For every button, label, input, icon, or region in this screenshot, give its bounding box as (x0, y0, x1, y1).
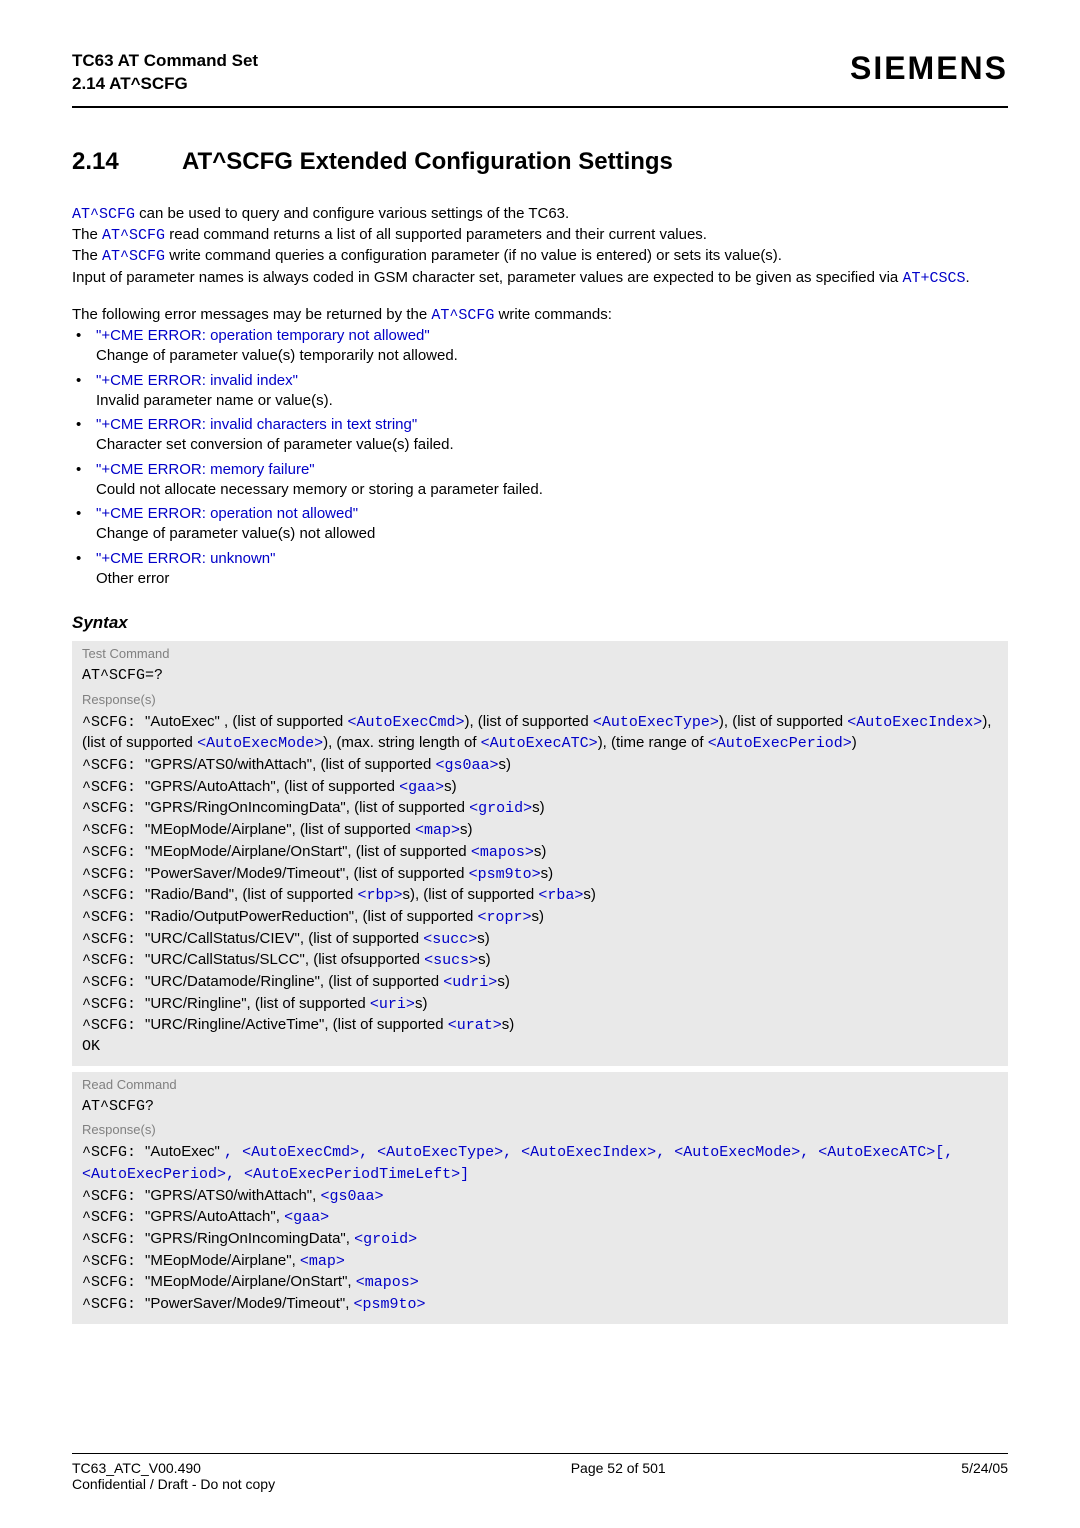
response-line: ^SCFG: "PowerSaver/Mode9/Timeout", (list… (82, 864, 998, 886)
response-line: ^SCFG: "MEopMode/Airplane/OnStart", (lis… (82, 842, 998, 864)
response-line: ^SCFG: "GPRS/ATS0/withAttach", <gs0aa> (82, 1186, 998, 1208)
read-command-label: Read Command (82, 1076, 998, 1094)
syntax-heading: Syntax (72, 613, 1008, 633)
response-line: ^SCFG: "GPRS/ATS0/withAttach", (list of … (82, 755, 998, 777)
footer-left: TC63_ATC_V00.490 Confidential / Draft - … (72, 1460, 275, 1492)
error-item: "+CME ERROR: operation temporary not all… (72, 326, 1008, 367)
cmd-link[interactable]: AT^SCFG (72, 206, 135, 223)
error-link[interactable]: "+CME ERROR: unknown" (96, 550, 275, 567)
intro-paragraph-1: AT^SCFG can be used to query and configu… (72, 204, 1008, 289)
response-line: ^SCFG: "AutoExec" , (list of supported <… (82, 712, 998, 755)
siemens-logo: SIEMENS (850, 50, 1008, 87)
error-item: "+CME ERROR: invalid index"Invalid param… (72, 371, 1008, 412)
doc-title-1: TC63 AT Command Set (72, 51, 258, 70)
section-title: 2.14AT^SCFG Extended Configuration Setti… (72, 148, 1008, 176)
response-line: ^SCFG: "URC/Ringline", (list of supporte… (82, 994, 998, 1016)
error-link[interactable]: "+CME ERROR: invalid characters in text … (96, 416, 417, 433)
response-line: ^SCFG: "MEopMode/Airplane", (list of sup… (82, 820, 998, 842)
response-line: ^SCFG: "Radio/OutputPowerReduction", (li… (82, 907, 998, 929)
section-name: AT^SCFG Extended Configuration Settings (182, 148, 673, 175)
test-command-block: Test Command AT^SCFG=? Response(s) ^SCFG… (72, 641, 1008, 1066)
error-item: "+CME ERROR: memory failure"Could not al… (72, 460, 1008, 501)
test-command-label: Test Command (82, 645, 998, 663)
test-command: AT^SCFG=? (82, 666, 998, 687)
read-command: AT^SCFG? (82, 1097, 998, 1118)
page-header: TC63 AT Command Set 2.14 AT^SCFG SIEMENS (72, 50, 1008, 108)
response-line: ^SCFG: "GPRS/AutoAttach", <gaa> (82, 1207, 998, 1229)
header-left: TC63 AT Command Set 2.14 AT^SCFG (72, 50, 258, 96)
cmd-link[interactable]: AT^SCFG (102, 227, 165, 244)
error-list: "+CME ERROR: operation temporary not all… (72, 326, 1008, 589)
responses-label: Response(s) (82, 691, 998, 709)
response-line: ^SCFG: "URC/Datamode/Ringline", (list of… (82, 972, 998, 994)
cmd-link[interactable]: AT^SCFG (431, 307, 494, 324)
footer-right: 5/24/05 (961, 1460, 1008, 1492)
error-link[interactable]: "+CME ERROR: invalid index" (96, 372, 298, 389)
section-number: 2.14 (72, 148, 182, 176)
response-line: ^SCFG: "GPRS/AutoAttach", (list of suppo… (82, 777, 998, 799)
response-line: ^SCFG: "URC/CallStatus/CIEV", (list of s… (82, 929, 998, 951)
response-line: ^SCFG: "URC/Ringline/ActiveTime", (list … (82, 1015, 998, 1037)
error-link[interactable]: "+CME ERROR: operation temporary not all… (96, 327, 430, 344)
ok-line: OK (82, 1037, 998, 1058)
response-line: ^SCFG: "AutoExec" , <AutoExecCmd>, <Auto… (82, 1142, 998, 1185)
response-line: ^SCFG: "MEopMode/Airplane", <map> (82, 1251, 998, 1273)
page-footer: TC63_ATC_V00.490 Confidential / Draft - … (72, 1453, 1008, 1492)
error-item: "+CME ERROR: unknown"Other error (72, 549, 1008, 590)
response-line: ^SCFG: "MEopMode/Airplane/OnStart", <map… (82, 1272, 998, 1294)
cmd-link[interactable]: AT+CSCS (902, 270, 965, 287)
footer-center: Page 52 of 501 (571, 1460, 666, 1492)
error-item: "+CME ERROR: operation not allowed"Chang… (72, 504, 1008, 545)
intro-paragraph-2: The following error messages may be retu… (72, 305, 1008, 326)
cmd-link[interactable]: AT^SCFG (102, 248, 165, 265)
read-command-block: Read Command AT^SCFG? Response(s) ^SCFG:… (72, 1072, 1008, 1324)
error-link[interactable]: "+CME ERROR: memory failure" (96, 461, 315, 478)
responses-label: Response(s) (82, 1121, 998, 1139)
error-link[interactable]: "+CME ERROR: operation not allowed" (96, 505, 358, 522)
response-line: ^SCFG: "URC/CallStatus/SLCC", (list ofsu… (82, 950, 998, 972)
response-line: ^SCFG: "GPRS/RingOnIncomingData", <groid… (82, 1229, 998, 1251)
response-line: ^SCFG: "Radio/Band", (list of supported … (82, 885, 998, 907)
doc-title-2: 2.14 AT^SCFG (72, 74, 188, 93)
response-line: ^SCFG: "PowerSaver/Mode9/Timeout", <psm9… (82, 1294, 998, 1316)
error-item: "+CME ERROR: invalid characters in text … (72, 415, 1008, 456)
response-line: ^SCFG: "GPRS/RingOnIncomingData", (list … (82, 798, 998, 820)
